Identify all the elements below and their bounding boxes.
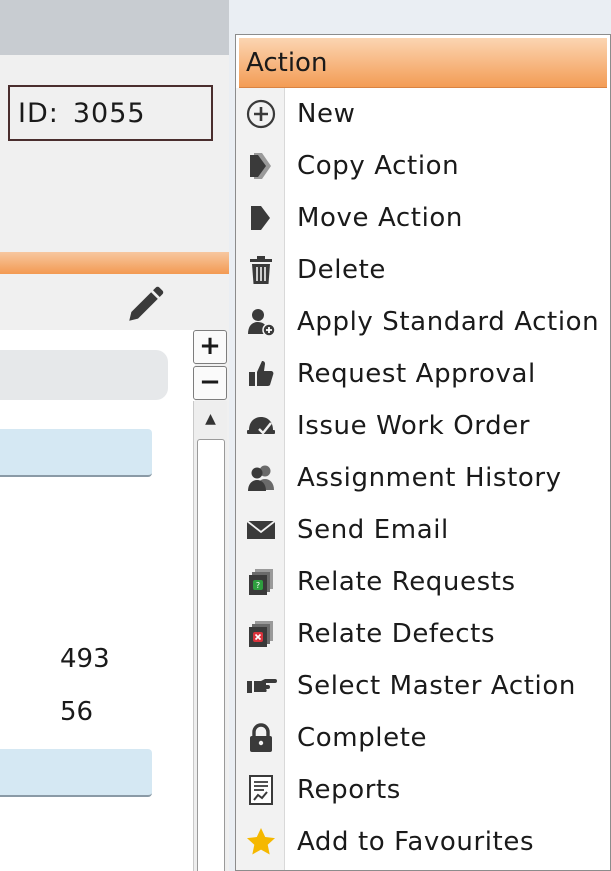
record-id-box: ID: 3055 [8, 85, 213, 141]
menu-item-copy-action[interactable]: Copy Action [236, 140, 610, 192]
menu-item-delete[interactable]: Delete [236, 244, 610, 296]
background-app-pane: ID: 3055 493 56 + − ▲ [0, 0, 229, 871]
menu-item-add-to-favourites[interactable]: Add to Favourites [236, 816, 610, 868]
menu-item-label: Copy Action [297, 151, 460, 181]
zoom-in-button[interactable]: + [193, 330, 227, 364]
menu-item-label: Select Master Action [297, 671, 576, 701]
scrollbar-thumb[interactable] [197, 439, 225, 871]
menu-item-label: Relate Requests [297, 567, 516, 597]
menu-item-label: New [297, 99, 356, 129]
relate-defects-icon [236, 608, 285, 660]
users-icon [236, 452, 285, 504]
pointing-hand-icon [236, 660, 285, 712]
record-id-label: ID: [18, 97, 59, 129]
menu-item-request-approval[interactable]: Request Approval [236, 348, 610, 400]
menu-item-label: Complete [297, 723, 428, 753]
menu-item-label: Move Action [297, 203, 464, 233]
title-bar [0, 0, 229, 55]
edit-pencil-icon[interactable] [124, 284, 166, 326]
menu-item-complete[interactable]: Complete [236, 712, 610, 764]
menu-item-label: Assignment History [297, 463, 562, 493]
menu-item-apply-standard-action[interactable]: Apply Standard Action [236, 296, 610, 348]
list-group-header[interactable] [0, 749, 152, 797]
vertical-scrollbar[interactable]: ▲ [193, 401, 227, 871]
trash-icon [236, 244, 285, 296]
report-icon [236, 764, 285, 816]
user-add-icon [236, 296, 285, 348]
star-icon [236, 816, 285, 868]
menu-item-label: Reports [297, 775, 401, 805]
menu-item-label: Delete [297, 255, 387, 285]
scroll-up-arrow-icon[interactable]: ▲ [194, 403, 227, 435]
menu-item-issue-work-order[interactable]: Issue Work Order [236, 400, 610, 452]
envelope-icon [236, 504, 285, 556]
svg-text:?: ? [255, 581, 259, 590]
relate-requests-icon: ? [236, 556, 285, 608]
zoom-out-button[interactable]: − [193, 366, 227, 400]
menu-item-label: Relate Defects [297, 619, 496, 649]
list-value: 493 [60, 644, 110, 674]
menu-header: Action [239, 38, 607, 88]
hardhat-check-icon [236, 400, 285, 452]
menu-item-label: Add to Favourites [297, 827, 535, 857]
menu-item-label: Apply Standard Action [297, 307, 600, 337]
menu-item-assignment-history[interactable]: Assignment History [236, 452, 610, 504]
menu-item-relate-requests[interactable]: ? Relate Requests [236, 556, 610, 608]
menu-item-label: Send Email [297, 515, 449, 545]
menu-item-new[interactable]: New [236, 88, 610, 140]
menu-item-reports[interactable]: Reports [236, 764, 610, 816]
action-menu: Action New Copy Action Move Action Delet… [235, 34, 611, 871]
copy-action-icon [236, 140, 285, 192]
section-header-band [0, 252, 229, 274]
menu-item-select-master-action[interactable]: Select Master Action [236, 660, 610, 712]
search-field[interactable] [0, 350, 168, 400]
menu-body: New Copy Action Move Action Delete Apply [236, 88, 610, 870]
thumbs-up-icon [236, 348, 285, 400]
menu-item-label: Issue Work Order [297, 411, 531, 441]
list-value: 56 [60, 697, 94, 727]
plus-circle-icon [236, 88, 285, 140]
list-group-header[interactable] [0, 429, 152, 477]
menu-item-send-email[interactable]: Send Email [236, 504, 610, 556]
menu-item-move-action[interactable]: Move Action [236, 192, 610, 244]
lock-icon [236, 712, 285, 764]
record-id-value: 3055 [72, 97, 146, 129]
move-action-icon [236, 192, 285, 244]
link-icon[interactable] [175, 99, 205, 129]
menu-item-label: Request Approval [297, 359, 536, 389]
menu-item-relate-defects[interactable]: Relate Defects [236, 608, 610, 660]
